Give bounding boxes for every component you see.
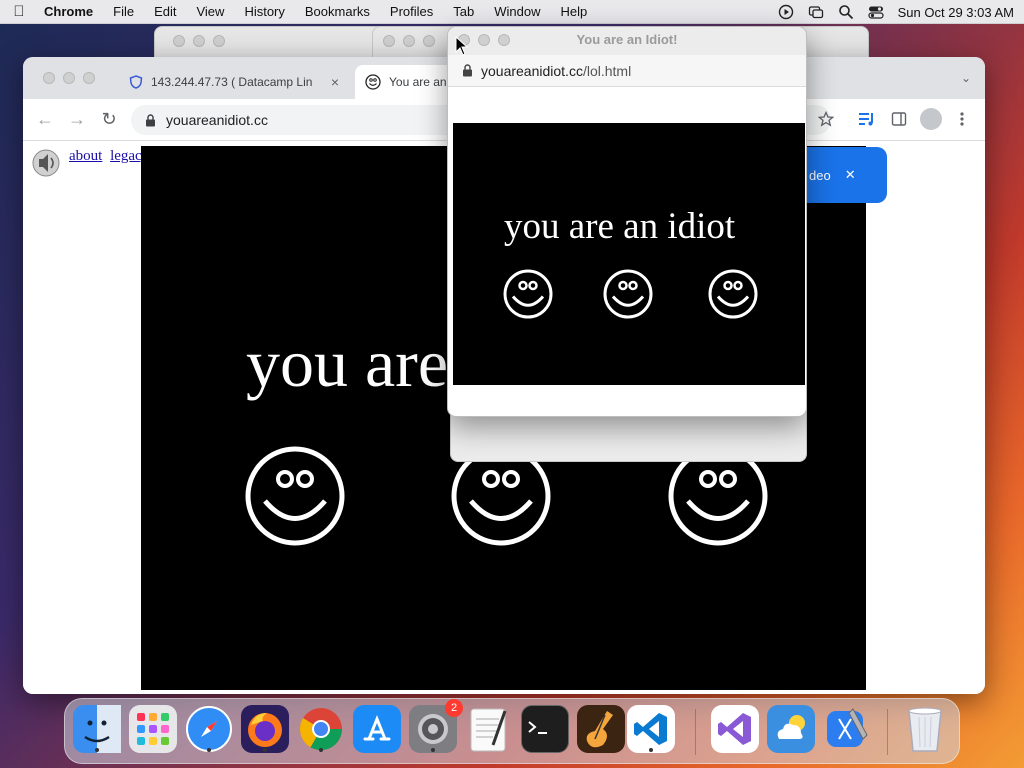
garageband-icon [577, 705, 625, 753]
app-store-icon [353, 705, 401, 753]
close-icon[interactable] [43, 72, 55, 84]
menu-app-chrome[interactable]: Chrome [38, 0, 103, 24]
smiley-icon [603, 269, 653, 319]
safari-icon [186, 706, 232, 752]
side-panel-icon[interactable] [891, 111, 907, 127]
xcode-icon [827, 708, 868, 747]
lock-icon [463, 64, 472, 77]
dock-app-firefox[interactable] [241, 705, 289, 753]
maximize-icon[interactable] [423, 35, 435, 47]
dock-separator [887, 709, 888, 755]
vscode-icon [634, 713, 667, 745]
popup-url-host: youareanidiot.cc [481, 62, 583, 79]
trash-icon [908, 707, 942, 752]
popup-url-bar[interactable]: youareanidiot.cc/lol.html [448, 55, 806, 87]
launchpad-icon [137, 713, 169, 745]
dock-app-chrome[interactable] [297, 705, 345, 753]
popup-url-path: /lol.html [582, 62, 632, 79]
mouse-cursor-icon [455, 36, 469, 56]
smiley-icon [708, 269, 758, 319]
dock-app-weather[interactable] [767, 705, 815, 753]
media-playlist-icon[interactable] [858, 111, 876, 127]
video-pill-label: deo [809, 167, 831, 183]
terminal-icon [528, 721, 547, 734]
dock-app-visual-studio[interactable] [711, 705, 759, 753]
more-options-icon[interactable] [959, 111, 965, 127]
minimize-icon[interactable] [63, 72, 75, 84]
apple-menu-icon[interactable]:  [0, 3, 38, 20]
menu-view[interactable]: View [186, 0, 234, 24]
dock-app-textedit[interactable] [465, 705, 513, 753]
maximize-icon[interactable] [83, 72, 95, 84]
firefox-icon [241, 705, 289, 753]
control-center-icon[interactable] [868, 4, 884, 20]
address-text: youareanidiot.cc [166, 112, 268, 128]
back-arrow-icon[interactable]: ← [35, 109, 55, 130]
menu-bookmarks[interactable]: Bookmarks [295, 0, 380, 24]
popup-heading: you are an idiot [504, 206, 736, 247]
textedit-icon [470, 708, 507, 752]
tab-title: 143.244.47.73 ( Datacamp Lin [151, 75, 313, 89]
menu-help[interactable]: Help [551, 0, 598, 24]
video-popup-pill[interactable]: deo ✕ [805, 147, 887, 203]
about-link[interactable]: about [69, 148, 102, 164]
minimize-icon[interactable] [403, 35, 415, 47]
menu-history[interactable]: History [234, 0, 294, 24]
screen-recording-icon[interactable] [778, 4, 794, 20]
menu-window[interactable]: Window [484, 0, 550, 24]
idiot-popup-window[interactable]: You are an Idiot! youareanidiot.cc/lol.h… [447, 26, 807, 417]
dock-app-vscode[interactable] [627, 705, 675, 753]
dock-app-garageband[interactable] [577, 705, 625, 753]
menu-clock[interactable]: Sun Oct 29 3:03 AM [898, 5, 1014, 20]
maximize-icon[interactable] [213, 35, 225, 47]
dock-app-finder[interactable] [73, 705, 121, 753]
menu-file[interactable]: File [103, 0, 144, 24]
speaker-icon[interactable] [31, 148, 63, 178]
smiley-icon [245, 446, 345, 546]
dock: 2 [64, 698, 960, 764]
menu-bar:  Chrome File Edit View History Bookmark… [0, 0, 1024, 24]
dock-separator [695, 709, 696, 755]
menu-edit[interactable]: Edit [144, 0, 186, 24]
tab-datacamp[interactable]: 143.244.47.73 ( Datacamp Lin × [119, 65, 349, 99]
minimize-icon[interactable] [193, 35, 205, 47]
close-icon[interactable] [383, 35, 395, 47]
menu-tab[interactable]: Tab [443, 0, 484, 24]
spotlight-search-icon[interactable] [838, 4, 854, 20]
lock-icon [146, 113, 155, 126]
dock-app-trash[interactable] [901, 705, 949, 753]
shield-icon [129, 75, 143, 89]
dock-app-launchpad[interactable] [129, 705, 177, 753]
menu-profiles[interactable]: Profiles [380, 0, 443, 24]
chrome-icon [299, 708, 342, 751]
smiley-icon [503, 269, 553, 319]
maximize-icon[interactable] [498, 34, 510, 46]
popup-title: You are an Idiot! [576, 32, 678, 47]
screen-mirroring-icon[interactable] [808, 4, 824, 20]
popup-titlebar[interactable]: You are an Idiot! [448, 27, 806, 55]
tab-search-chevron-icon[interactable]: ⌄ [961, 71, 971, 85]
weather-icon [767, 705, 815, 753]
video-pill-close-icon[interactable]: ✕ [845, 167, 856, 183]
notification-badge: 2 [445, 699, 463, 717]
dock-app-terminal[interactable] [521, 705, 569, 753]
bookmark-star-icon[interactable] [818, 111, 834, 127]
window-controls [173, 35, 225, 47]
dock-app-xcode[interactable] [823, 705, 871, 753]
window-controls [383, 35, 435, 47]
visual-studio-icon [718, 713, 751, 745]
dock-app-system-settings[interactable]: 2 [409, 699, 463, 753]
dock-app-safari[interactable] [185, 705, 233, 753]
reload-icon[interactable]: ↻ [99, 109, 119, 130]
window-controls [43, 72, 95, 84]
minimize-icon[interactable] [478, 34, 490, 46]
tab-close-icon[interactable]: × [331, 74, 339, 90]
profile-avatar-icon[interactable] [920, 108, 942, 130]
dock-app-app-store[interactable] [353, 705, 401, 753]
close-icon[interactable] [173, 35, 185, 47]
smiley-favicon-icon [365, 74, 381, 90]
popup-stage: you are an idiot [453, 123, 805, 385]
finder-icon [73, 705, 121, 753]
forward-arrow-icon[interactable]: → [67, 109, 87, 130]
